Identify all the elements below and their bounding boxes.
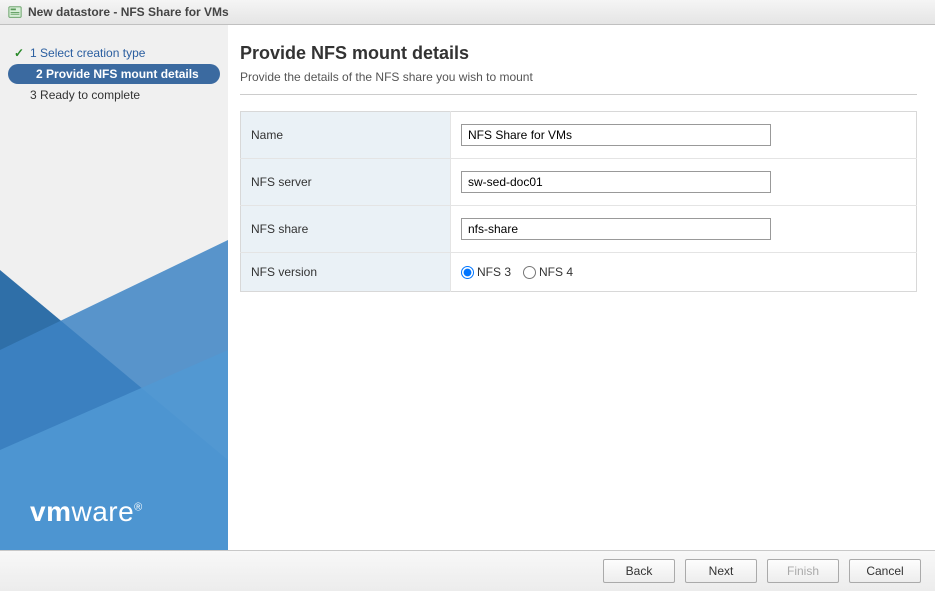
- wizard-step-1[interactable]: ✓ 1 Select creation type: [0, 43, 228, 63]
- wizard-sidebar: ✓ 1 Select creation type 2 Provide NFS m…: [0, 25, 228, 550]
- wizard-step-2: 2 Provide NFS mount details: [8, 64, 220, 84]
- radio-nfs3[interactable]: [461, 266, 474, 279]
- row-name: Name: [241, 112, 917, 159]
- input-share[interactable]: [461, 218, 771, 240]
- row-version: NFS version NFS 3 NFS 4: [241, 253, 917, 292]
- datastore-icon: [8, 5, 22, 19]
- decorative-triangles: [0, 180, 228, 550]
- radio-nfs4[interactable]: [523, 266, 536, 279]
- wizard-steps: ✓ 1 Select creation type 2 Provide NFS m…: [0, 25, 228, 105]
- label-share: NFS share: [241, 206, 451, 253]
- page-heading: Provide NFS mount details: [240, 43, 917, 64]
- version-radio-group: NFS 3 NFS 4: [461, 265, 906, 279]
- next-button[interactable]: Next: [685, 559, 757, 583]
- radio-nfs3-label[interactable]: NFS 3: [461, 265, 511, 279]
- wizard-step-link[interactable]: 1 Select creation type: [30, 46, 145, 60]
- label-server: NFS server: [241, 159, 451, 206]
- label-name: Name: [241, 112, 451, 159]
- wizard-step-3: 3 Ready to complete: [0, 85, 228, 105]
- cancel-button[interactable]: Cancel: [849, 559, 921, 583]
- checkmark-icon: ✓: [12, 46, 26, 60]
- titlebar-title: New datastore - NFS Share for VMs: [28, 5, 229, 19]
- page-subtitle: Provide the details of the NFS share you…: [240, 70, 917, 95]
- back-button[interactable]: Back: [603, 559, 675, 583]
- finish-button: Finish: [767, 559, 839, 583]
- input-server[interactable]: [461, 171, 771, 193]
- nfs-form: Name NFS server NFS share NFS version: [240, 111, 917, 292]
- vmware-logo: vmware®: [30, 496, 143, 528]
- radio-nfs4-label[interactable]: NFS 4: [523, 265, 573, 279]
- label-version: NFS version: [241, 253, 451, 292]
- wizard-footer: Back Next Finish Cancel: [0, 550, 935, 591]
- row-server: NFS server: [241, 159, 917, 206]
- titlebar: New datastore - NFS Share for VMs: [0, 0, 935, 25]
- wizard-content: Provide NFS mount details Provide the de…: [228, 25, 935, 550]
- main-area: ✓ 1 Select creation type 2 Provide NFS m…: [0, 25, 935, 550]
- row-share: NFS share: [241, 206, 917, 253]
- input-name[interactable]: [461, 124, 771, 146]
